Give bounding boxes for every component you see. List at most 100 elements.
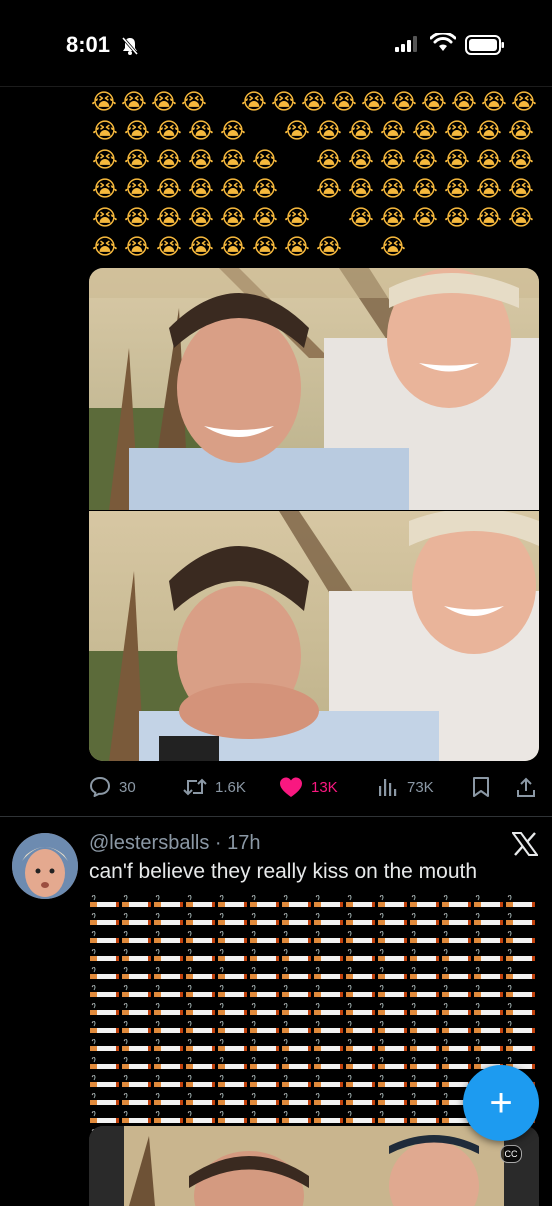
cigarette-icon bbox=[249, 1001, 281, 1019]
crying-emoji: 😭 bbox=[380, 118, 406, 144]
share-button[interactable] bbox=[515, 776, 537, 798]
crying-emoji: 😭 bbox=[124, 118, 150, 144]
tweet-photo-1[interactable] bbox=[89, 268, 539, 510]
cigarette-icon bbox=[377, 929, 409, 947]
cigarette-icon bbox=[409, 947, 441, 965]
crying-emoji: 😭 bbox=[481, 89, 507, 115]
cigarette-icon bbox=[313, 1001, 345, 1019]
cigarette-icon bbox=[153, 947, 185, 965]
emoji-row: 😭 😭 😭 😭 😭 😭 😭 😭 😭 😭 😭 😭 😭 bbox=[89, 146, 539, 175]
crying-emoji: 😭 bbox=[348, 176, 374, 202]
share-icon bbox=[517, 777, 535, 797]
battery-icon bbox=[465, 35, 504, 55]
cigarette-icon bbox=[217, 929, 249, 947]
cigarette-icon bbox=[345, 965, 377, 983]
closed-captions-badge[interactable]: CC bbox=[500, 1145, 522, 1163]
emoji-row: 😭 😭 😭 😭 😭 😭 😭 😭 😭 bbox=[89, 233, 539, 262]
cigarette-icon bbox=[121, 965, 153, 983]
cigarette-icon bbox=[441, 965, 473, 983]
cigarette-row bbox=[89, 965, 539, 983]
cigarette-row bbox=[89, 1019, 539, 1037]
crying-emoji: 😭 bbox=[444, 118, 470, 144]
cigarette-icon bbox=[153, 1019, 185, 1037]
cigarette-icon bbox=[185, 983, 217, 1001]
cigarette-icon bbox=[377, 1091, 409, 1109]
tweet-handle-time[interactable]: @lestersballs · 17h bbox=[89, 832, 260, 855]
cigarette-icon bbox=[249, 1055, 281, 1073]
cigarette-icon bbox=[121, 1091, 153, 1109]
retweet-button[interactable]: 1.6K bbox=[183, 776, 246, 798]
cigarette-icon bbox=[281, 983, 313, 1001]
cigarette-icon bbox=[153, 1001, 185, 1019]
cigarette-icon bbox=[249, 929, 281, 947]
cigarette-icon bbox=[121, 893, 153, 911]
cigarette-row bbox=[89, 893, 539, 911]
crying-emoji: 😭 bbox=[188, 205, 214, 231]
cigarette-icon bbox=[121, 1073, 153, 1091]
crying-emoji: 😭 bbox=[348, 147, 374, 173]
view-count: 73K bbox=[407, 778, 434, 796]
cigarette-icon bbox=[441, 1019, 473, 1037]
tweet-photo-2[interactable] bbox=[89, 511, 539, 761]
cigarette-icon bbox=[377, 965, 409, 983]
crying-emoji: 😭 bbox=[380, 176, 406, 202]
cigarette-icon bbox=[473, 983, 505, 1001]
crying-emoji: 😭 bbox=[508, 118, 534, 144]
avatar[interactable] bbox=[12, 833, 78, 899]
cigarette-icon bbox=[121, 983, 153, 1001]
cigarette-icon bbox=[153, 983, 185, 1001]
tweet-photo-3[interactable] bbox=[89, 1126, 539, 1206]
compose-button[interactable]: + bbox=[463, 1065, 539, 1141]
cigarette-icon bbox=[313, 1037, 345, 1055]
cigarette-icon bbox=[505, 1019, 537, 1037]
crying-emoji: 😭 bbox=[380, 234, 406, 260]
cigarette-icon bbox=[217, 1073, 249, 1091]
bookmark-button[interactable] bbox=[471, 776, 491, 798]
crying-emoji: 😭 bbox=[301, 89, 327, 115]
crying-emoji: 😭 bbox=[412, 176, 438, 202]
cigarette-icon bbox=[249, 1109, 281, 1127]
crying-emoji: 😭 bbox=[124, 176, 150, 202]
status-time: 8:01 bbox=[66, 32, 111, 57]
crying-emoji: 😭 bbox=[451, 89, 477, 115]
crying-emoji: 😭 bbox=[444, 147, 470, 173]
cigarette-icon bbox=[281, 1073, 313, 1091]
cigarette-row bbox=[89, 1055, 539, 1073]
cigarette-icon bbox=[345, 947, 377, 965]
emoji-row: 😭 😭 😭 😭 😭 😭 😭 😭 😭 😭 😭 😭 😭 bbox=[89, 204, 539, 233]
cigarette-icon bbox=[377, 1073, 409, 1091]
cigarette-icon bbox=[185, 1037, 217, 1055]
cigarette-icon bbox=[345, 929, 377, 947]
crying-emoji: 😭 bbox=[252, 176, 278, 202]
cigarette-icon bbox=[185, 1109, 217, 1127]
crying-emoji: 😭 bbox=[284, 118, 310, 144]
cigarette-icon bbox=[505, 893, 537, 911]
cigarette-icon bbox=[217, 1037, 249, 1055]
cigarette-icon bbox=[217, 893, 249, 911]
crying-emoji: 😭 bbox=[284, 234, 310, 260]
cigarette-icon bbox=[217, 911, 249, 929]
cigarette-icon bbox=[505, 911, 537, 929]
cigarette-icon bbox=[89, 929, 121, 947]
tweet-divider bbox=[0, 816, 552, 817]
cigarette-icon bbox=[121, 1019, 153, 1037]
cigarette-icon bbox=[377, 1019, 409, 1037]
cigarette-icon bbox=[505, 947, 537, 965]
cigarette-icon bbox=[441, 893, 473, 911]
cigarette-icon bbox=[473, 965, 505, 983]
crying-emoji: 😭 bbox=[316, 176, 342, 202]
cigarette-icon bbox=[281, 1055, 313, 1073]
reply-count: 30 bbox=[119, 778, 136, 796]
cigarette-icon bbox=[281, 1001, 313, 1019]
cigarette-icon bbox=[313, 929, 345, 947]
cigarette-icon bbox=[281, 893, 313, 911]
views-button[interactable]: 73K bbox=[377, 776, 434, 798]
cigarette-icon bbox=[409, 1037, 441, 1055]
like-button[interactable]: 13K bbox=[279, 776, 338, 798]
cigarette-icon bbox=[89, 1019, 121, 1037]
cigarette-icon bbox=[281, 1037, 313, 1055]
cigarette-icon bbox=[345, 1019, 377, 1037]
reply-button[interactable]: 30 bbox=[89, 776, 136, 798]
cigarette-icon bbox=[217, 1019, 249, 1037]
cigarette-icon bbox=[153, 1109, 185, 1127]
